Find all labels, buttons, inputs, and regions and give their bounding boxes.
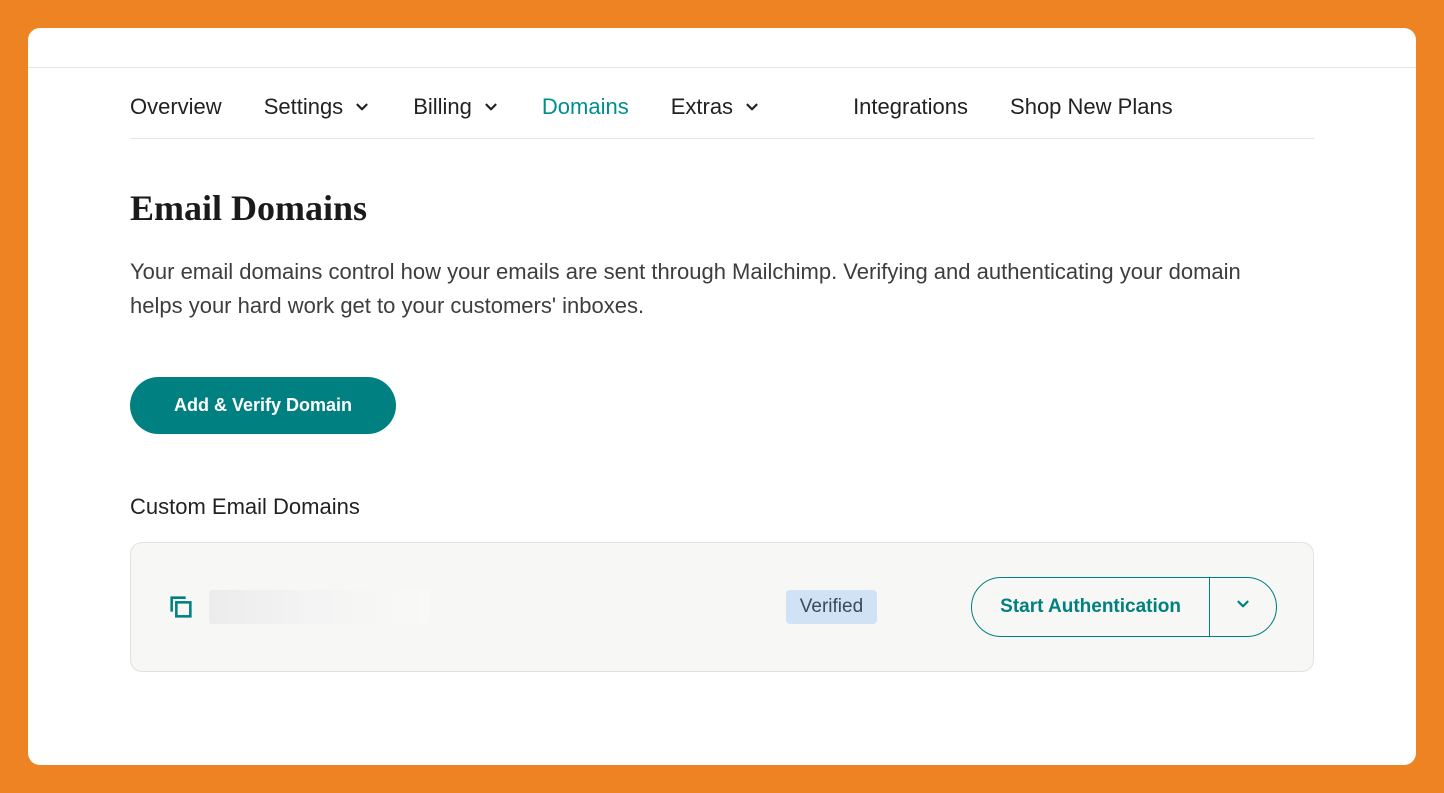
tab-extras[interactable]: Extras — [671, 94, 761, 120]
add-verify-domain-button[interactable]: Add & Verify Domain — [130, 377, 396, 434]
page-title: Email Domains — [130, 187, 1314, 229]
start-authentication-button[interactable]: Start Authentication — [972, 578, 1209, 636]
domain-name-redacted — [209, 590, 429, 624]
tab-billing[interactable]: Billing — [413, 94, 500, 120]
status-badge: Verified — [786, 590, 877, 624]
tab-label: Billing — [413, 94, 472, 120]
custom-domains-heading: Custom Email Domains — [130, 494, 1314, 520]
page-card: Overview Settings Billing Domains Extras — [28, 28, 1416, 765]
tab-label: Overview — [130, 94, 222, 120]
domain-row: Verified Start Authentication — [130, 542, 1314, 672]
tab-label: Shop New Plans — [1010, 94, 1173, 120]
tab-shop-new-plans[interactable]: Shop New Plans — [1010, 94, 1173, 120]
tab-overview[interactable]: Overview — [130, 94, 222, 120]
tab-label: Extras — [671, 94, 733, 120]
start-authentication-split-button: Start Authentication — [971, 577, 1277, 637]
tab-integrations[interactable]: Integrations — [853, 94, 968, 120]
tab-label: Settings — [264, 94, 344, 120]
tab-label: Domains — [542, 94, 629, 120]
chevron-down-icon — [1234, 595, 1252, 619]
tab-domains[interactable]: Domains — [542, 94, 629, 120]
copy-icon[interactable] — [167, 593, 195, 621]
page-description: Your email domains control how your emai… — [130, 255, 1280, 323]
header-spacer — [28, 28, 1416, 68]
tab-settings[interactable]: Settings — [264, 94, 372, 120]
chevron-down-icon — [353, 98, 371, 116]
chevron-down-icon — [743, 98, 761, 116]
start-authentication-dropdown[interactable] — [1209, 578, 1276, 636]
tab-label: Integrations — [853, 94, 968, 120]
tab-bar: Overview Settings Billing Domains Extras — [130, 68, 1314, 139]
chevron-down-icon — [482, 98, 500, 116]
content-wrapper: Overview Settings Billing Domains Extras — [28, 68, 1416, 672]
